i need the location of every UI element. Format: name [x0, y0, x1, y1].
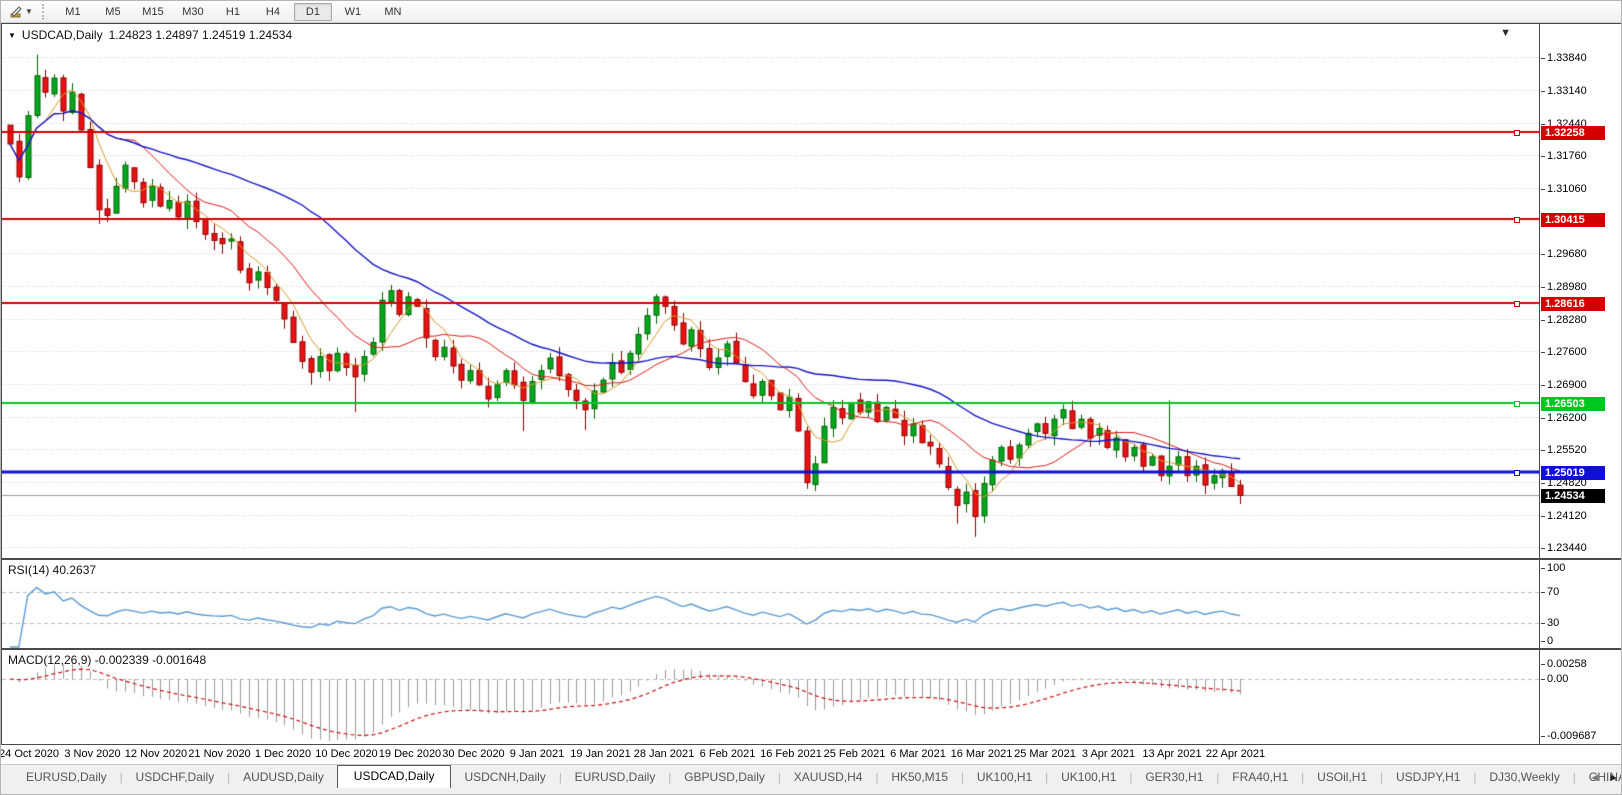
chart-tab-uk100-h1[interactable]: UK100,H1: [964, 767, 1045, 788]
level-price-chip: 1.28616: [1541, 297, 1605, 311]
chart-tab-audusd-daily[interactable]: AUDUSD,Daily: [230, 767, 337, 788]
chart-ohlc-quote: 1.24823 1.24897 1.24519 1.24534: [109, 28, 293, 42]
level-line-handle[interactable]: [1514, 301, 1520, 307]
level-line-handle[interactable]: [1514, 401, 1520, 407]
macd-panel: MACD(12,26,9) -0.002339 -0.001648 0.0025…: [1, 649, 1622, 745]
price-tick-label: 1.28980: [1547, 281, 1587, 294]
chart-tab-xauusd-h4[interactable]: XAUUSD,H4: [781, 767, 876, 788]
price-tick-label: 1.33140: [1547, 85, 1587, 98]
timeframe-button-h1[interactable]: H1: [214, 3, 252, 21]
chart-tab-usdjpy-h1[interactable]: USDJPY,H1: [1383, 767, 1473, 788]
dropdown-caret-icon: ▼: [25, 8, 33, 16]
timeframe-button-w1[interactable]: W1: [334, 3, 372, 21]
current-price-chip: 1.24534: [1541, 489, 1605, 503]
chart-shift-marker-icon[interactable]: ▼: [1500, 27, 1511, 39]
price-plot-area[interactable]: ▼ USDCAD,Daily 1.24823 1.24897 1.24519 1…: [2, 24, 1540, 558]
tab-scroll-left-icon[interactable]: ◄: [1589, 772, 1600, 784]
macd-tick-label: 0.00258: [1547, 658, 1587, 671]
drawing-tool-button[interactable]: ▼: [4, 3, 38, 21]
level-price-chip: 1.26503: [1541, 397, 1605, 411]
price-tick-label: 1.31760: [1547, 150, 1587, 163]
timeframe-button-mn[interactable]: MN: [374, 3, 412, 21]
chart-symbol-period: USDCAD,Daily: [22, 28, 103, 42]
rsi-panel: RSI(14) 40.2637 100 70 30 0: [1, 559, 1622, 649]
level-price-chip: 1.32258: [1541, 126, 1605, 140]
drawing-tool-icon: [9, 5, 23, 19]
price-axis[interactable]: 1.338401.331401.324401.317601.310601.296…: [1540, 24, 1622, 558]
chart-tab-ger30-h1[interactable]: GER30,H1: [1132, 767, 1216, 788]
price-canvas[interactable]: [2, 24, 1539, 558]
macd-tick-label: 0.00: [1547, 673, 1568, 686]
price-tick-label: 1.29680: [1547, 248, 1587, 261]
trading-terminal-window: ▼ M1M5M15M30H1H4D1W1MN ▼ USDCAD,Daily 1.…: [0, 0, 1622, 795]
chart-tab-uk100-h1[interactable]: UK100,H1: [1048, 767, 1129, 788]
rsi-canvas[interactable]: [2, 560, 1539, 648]
chart-tab-eurusd-daily[interactable]: EURUSD,Daily: [562, 767, 669, 788]
rsi-tick-label: 0: [1547, 635, 1553, 648]
level-price-chip: 1.25019: [1541, 466, 1605, 480]
chart-tab-dj30-weekly[interactable]: DJ30,Weekly: [1476, 767, 1572, 788]
chart-tab-fra40-h1[interactable]: FRA40,H1: [1219, 767, 1301, 788]
chart-tab-usdchf-daily[interactable]: USDCHF,Daily: [123, 767, 228, 788]
timeframe-button-m5[interactable]: M5: [94, 3, 132, 21]
chart-tab-usoil-h1[interactable]: USOil,H1: [1304, 767, 1380, 788]
macd-plot-area[interactable]: MACD(12,26,9) -0.002339 -0.001648: [2, 650, 1540, 744]
chart-tab-gbpusd-daily[interactable]: GBPUSD,Daily: [671, 767, 778, 788]
macd-tick-label: -0.009687: [1547, 730, 1597, 743]
price-tick-label: 1.26200: [1547, 412, 1587, 425]
level-price-chip: 1.30415: [1541, 213, 1605, 227]
timeframe-buttons: M1M5M15M30H1H4D1W1MN: [53, 3, 413, 21]
price-tick-label: 1.31060: [1547, 183, 1587, 196]
chart-tab-usdcad-daily[interactable]: USDCAD,Daily: [337, 765, 452, 788]
tab-scroll-right-icon[interactable]: ►: [1608, 772, 1619, 784]
timeframe-button-m15[interactable]: M15: [134, 3, 172, 21]
macd-canvas[interactable]: [2, 650, 1539, 744]
level-line-handle[interactable]: [1514, 130, 1520, 136]
timeframe-button-d1[interactable]: D1: [294, 3, 332, 21]
chart-tab-hk50-m15[interactable]: HK50,M15: [878, 767, 961, 788]
date-tick-label: 22 Apr 2021: [1191, 748, 1281, 760]
price-tick-label: 1.25520: [1547, 444, 1587, 457]
macd-label: MACD(12,26,9) -0.002339 -0.001648: [8, 653, 206, 667]
rsi-tick-label: 30: [1547, 617, 1559, 630]
timeframe-toolbar: ▼ M1M5M15M30H1H4D1W1MN: [1, 1, 1622, 23]
price-tick-label: 1.27600: [1547, 346, 1587, 359]
level-line-handle[interactable]: [1514, 470, 1520, 476]
price-tick-label: 1.23440: [1547, 542, 1587, 555]
rsi-plot-area[interactable]: RSI(14) 40.2637: [2, 560, 1540, 648]
level-line-handle[interactable]: [1514, 217, 1520, 223]
rsi-tick-label: 100: [1547, 562, 1565, 575]
tab-scroll-arrows: ◄ ►: [1589, 772, 1619, 784]
chart-title: ▼ USDCAD,Daily 1.24823 1.24897 1.24519 1…: [8, 28, 292, 42]
timeframe-button-m30[interactable]: M30: [174, 3, 212, 21]
timeframe-button-m1[interactable]: M1: [54, 3, 92, 21]
price-tick-label: 1.24120: [1547, 510, 1587, 523]
price-tick-label: 1.28280: [1547, 314, 1587, 327]
chart-tab-eurusd-daily[interactable]: EURUSD,Daily: [13, 767, 120, 788]
chart-tab-usdcnh-daily[interactable]: USDCNH,Daily: [451, 767, 558, 788]
macd-axis[interactable]: 0.00258 0.00 -0.009687: [1540, 650, 1622, 744]
symbol-dropdown-icon[interactable]: ▼: [8, 31, 16, 40]
rsi-axis[interactable]: 100 70 30 0: [1540, 560, 1622, 648]
timeframe-button-h4[interactable]: H4: [254, 3, 292, 21]
rsi-tick-label: 70: [1547, 586, 1559, 599]
price-tick-label: 1.26900: [1547, 379, 1587, 392]
date-axis[interactable]: 24 Oct 20203 Nov 202012 Nov 202021 Nov 2…: [1, 745, 1622, 765]
price-tick-label: 1.33840: [1547, 52, 1587, 65]
toolbar-grip: [42, 4, 49, 20]
rsi-label: RSI(14) 40.2637: [8, 563, 96, 577]
chart-tabbar: EURUSD,Daily|USDCHF,Daily|AUDUSD,DailyUS…: [1, 764, 1622, 788]
price-chart-panel: ▼ USDCAD,Daily 1.24823 1.24897 1.24519 1…: [1, 23, 1622, 559]
